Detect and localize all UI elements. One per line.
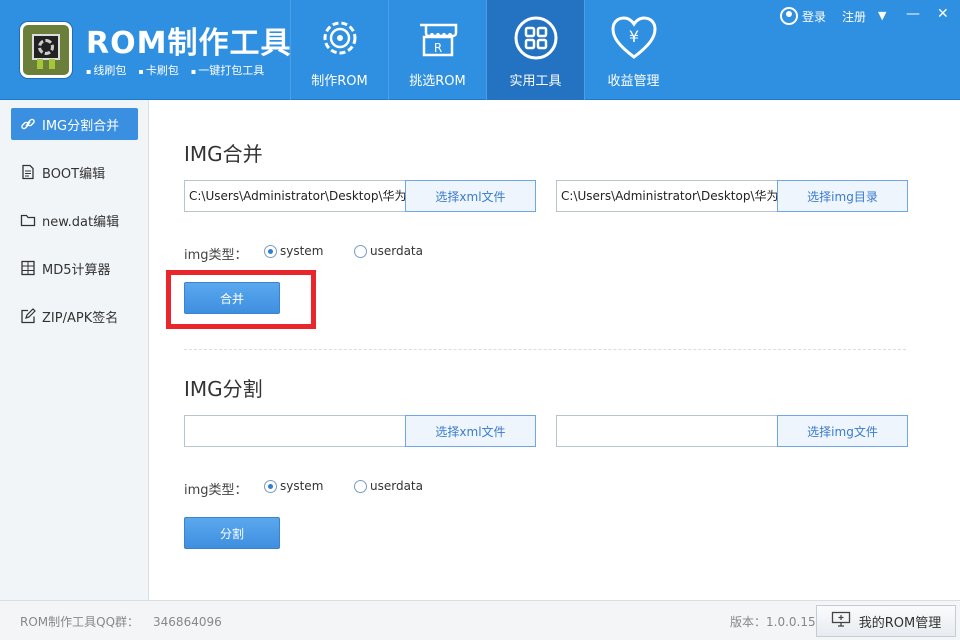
highlight-box <box>166 270 316 329</box>
radio-label: system <box>280 479 324 493</box>
split-img-path-input[interactable] <box>556 415 778 447</box>
folder-icon <box>20 212 36 228</box>
split-radio-userdata[interactable]: userdata <box>354 479 423 493</box>
subtitle-item: 卡刷包 <box>138 62 179 78</box>
radio-dot <box>354 479 367 493</box>
merge-img-path-input[interactable]: C:\Users\Administrator\Desktop\华为 <box>556 180 778 212</box>
qq-number: 346864096 <box>153 615 222 629</box>
section-divider <box>184 349 906 350</box>
merge-type-label: img类型： <box>184 248 248 263</box>
login-link[interactable]: 登录 <box>802 8 826 25</box>
nav-label: 实用工具 <box>509 74 562 89</box>
close-icon[interactable]: ✕ <box>937 6 949 22</box>
nav-make-rom[interactable]: 制作ROM <box>290 0 388 100</box>
merge-select-img-dir-button[interactable]: 选择img目录 <box>777 180 908 212</box>
link-icon <box>20 116 36 132</box>
menu-dropdown-icon[interactable]: ▼ <box>878 9 886 22</box>
register-link[interactable]: 注册 <box>842 8 866 25</box>
document-icon <box>20 164 36 180</box>
calculator-icon <box>20 260 36 276</box>
merge-radio-system[interactable]: system <box>264 244 323 258</box>
merge-title: IMG合并 <box>184 142 263 166</box>
subtitle-item: 线刷包 <box>86 62 126 78</box>
my-rom-manager-button[interactable]: 我的ROM管理 <box>816 605 956 637</box>
subtitle-item: 一键打包工具 <box>191 62 264 78</box>
split-select-xml-button[interactable]: 选择xml文件 <box>405 415 536 447</box>
sidebar-item-label: ZIP/APK签名 <box>42 310 119 326</box>
radio-dot <box>264 244 277 258</box>
merge-radio-userdata[interactable]: userdata <box>354 244 423 258</box>
nav-tools[interactable]: 实用工具 <box>486 0 584 100</box>
sidebar-item-label: IMG分割合并 <box>42 118 120 134</box>
split-xml-path-input[interactable] <box>184 415 406 447</box>
grid-icon <box>512 14 560 62</box>
svg-text:¥: ¥ <box>628 27 638 46</box>
main-nav: 制作ROM R 挑选ROM 实用工具 ¥ 收益管理 <box>290 0 682 100</box>
merge-select-xml-button[interactable]: 选择xml文件 <box>405 180 536 212</box>
sidebar-item-zip-apk-sign[interactable]: ZIP/APK签名 <box>11 300 138 332</box>
split-type-label: img类型： <box>184 483 248 498</box>
app-title: ROM制作工具 <box>86 26 292 61</box>
split-title: IMG分割 <box>184 377 263 401</box>
qq-group-info: ROM制作工具QQ群： 346864096 <box>20 613 222 630</box>
version-text: 版本：1.0.0.15 <box>730 615 816 629</box>
user-icon <box>780 7 798 25</box>
nav-label: 收益管理 <box>607 74 660 89</box>
split-radio-system[interactable]: system <box>264 479 323 493</box>
merge-xml-path-input[interactable]: C:\Users\Administrator\Desktop\华为 <box>184 180 406 212</box>
account-area: 登录 注册 <box>780 7 866 25</box>
nav-earnings[interactable]: ¥ 收益管理 <box>584 0 682 100</box>
nav-label: 挑选ROM <box>409 74 466 89</box>
app-subtitles: 线刷包 卡刷包 一键打包工具 <box>86 62 264 78</box>
rom-manager-label: 我的ROM管理 <box>858 615 942 631</box>
sidebar-item-label: new.dat编辑 <box>42 214 120 230</box>
shop-icon: R <box>414 14 462 62</box>
radio-dot <box>264 479 277 493</box>
radio-dot <box>354 244 367 258</box>
sidebar-item-newdat-edit[interactable]: new.dat编辑 <box>11 204 138 236</box>
sidebar-item-label: MD5计算器 <box>42 262 111 278</box>
android-logo-icon <box>20 22 72 78</box>
nav-label: 制作ROM <box>311 74 368 89</box>
edit-icon <box>20 308 36 324</box>
split-button[interactable]: 分割 <box>184 517 280 549</box>
svg-text:R: R <box>433 41 441 55</box>
radio-label: userdata <box>370 479 423 493</box>
app-header: ROM制作工具 线刷包 卡刷包 一键打包工具 制作ROM R 挑选ROM 实用工… <box>0 0 960 100</box>
sidebar-item-label: BOOT编辑 <box>42 166 106 182</box>
sidebar-item-md5-calculator[interactable]: MD5计算器 <box>11 252 138 284</box>
nav-pick-rom[interactable]: R 挑选ROM <box>388 0 486 100</box>
sidebar-item-img-split-merge[interactable]: IMG分割合并 <box>11 108 138 140</box>
monitor-icon <box>831 611 851 631</box>
radio-label: system <box>280 244 324 258</box>
heart-yen-icon: ¥ <box>610 14 658 62</box>
sidebar-item-boot-edit[interactable]: BOOT编辑 <box>11 156 138 188</box>
sidebar: IMG分割合并 BOOT编辑 new.dat编辑 MD5计算器 ZIP/APK签… <box>0 100 149 600</box>
gear-icon <box>316 14 364 62</box>
minimize-icon[interactable]: — <box>906 6 920 22</box>
radio-label: userdata <box>370 244 423 258</box>
footer: ROM制作工具QQ群： 346864096 版本：1.0.0.15 我的ROM管理 <box>0 600 960 640</box>
split-select-img-file-button[interactable]: 选择img文件 <box>777 415 908 447</box>
qq-label: ROM制作工具QQ群： <box>20 615 140 629</box>
